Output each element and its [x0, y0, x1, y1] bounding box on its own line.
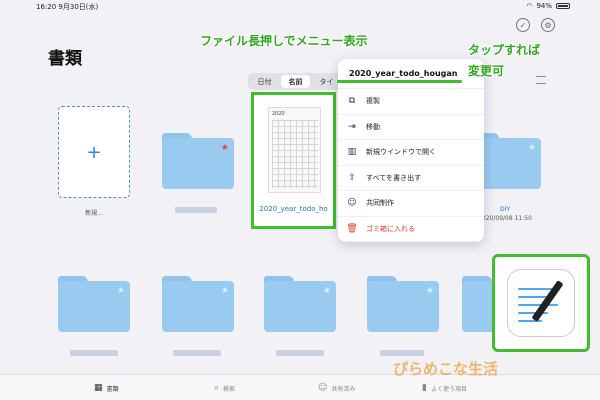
tab-search[interactable]: ⌕ 検索 [214, 383, 235, 393]
folder-item[interactable]: ★ [264, 276, 336, 332]
folder-name-hidden [175, 207, 217, 213]
menu-item-trash[interactable]: 🗑 ゴミ箱に入れる [338, 217, 484, 242]
battery-icon [556, 3, 570, 9]
tab-bar: ▦ 書類 ⌕ 検索 ☺ 共有済み ▮ よく使う項目 [0, 374, 600, 400]
status-right: ◠ 94% [526, 2, 570, 10]
site-watermark: ぴらめこな生活 [393, 360, 499, 378]
folder-item[interactable]: ★ [367, 276, 439, 332]
move-icon: ⇥ [348, 121, 356, 132]
folder-item[interactable]: ★ [162, 276, 234, 332]
sort-segmented-control[interactable]: 日付 名前 タイ [248, 73, 343, 90]
duplicate-icon: ⧉ [348, 96, 356, 107]
menu-item-move[interactable]: ⇥ 移動 [338, 115, 484, 140]
document-name: 2020_year_todo_ho [259, 205, 328, 213]
folder-name-hidden [173, 350, 221, 356]
menu-item-duplicate[interactable]: ⧉ 複製 [338, 89, 484, 115]
new-document-label: 新規... [85, 210, 103, 217]
star-icon: ★ [322, 286, 331, 296]
tab-shared[interactable]: ☺ 共有済み [318, 383, 355, 393]
export-icon: ⇧ [348, 172, 356, 183]
menu-file-name[interactable]: 2020_year_todo_hougan [338, 59, 484, 89]
bookmark-icon: ▮ [422, 383, 427, 393]
list-view-icon[interactable] [536, 76, 546, 84]
search-icon: ⌕ [214, 383, 220, 393]
people-icon: ☺ [318, 383, 328, 393]
battery-percent: 94% [536, 2, 552, 10]
star-icon: ★ [527, 143, 536, 153]
folder-item[interactable]: ★ [58, 276, 130, 332]
folder-name-hidden [380, 350, 424, 356]
annotation-tap-line1: タップすれば [468, 43, 541, 57]
grid-icon: ▦ [94, 383, 103, 393]
star-icon: ★ [425, 286, 434, 296]
page-title: 書類 [48, 49, 82, 69]
status-time: 16:20 9月30日(水) [36, 3, 99, 11]
new-document-button[interactable]: + [58, 106, 130, 198]
star-icon: ★ [220, 286, 229, 296]
trash-icon: 🗑 [346, 223, 358, 234]
document-thumbnail: 2020 [268, 107, 321, 193]
tab-favorites[interactable]: ▮ よく使う項目 [422, 383, 467, 393]
wifi-icon: ◠ [526, 2, 533, 10]
plus-icon: + [86, 141, 102, 163]
collaborate-icon: ☺ [347, 198, 357, 209]
annotation-tap-line2: 変更可 [468, 64, 505, 78]
menu-item-export[interactable]: ⇧ すべてを書き出す [338, 166, 484, 191]
app-icon-callout [492, 254, 590, 352]
star-icon: ★ [116, 286, 125, 296]
tab-documents[interactable]: ▦ 書類 [94, 383, 119, 393]
menu-item-collaborate[interactable]: ☺ 共同制作 [338, 191, 484, 217]
annotation-underline [337, 80, 462, 83]
menu-item-new-window[interactable]: ▥ 新規ウインドウで開く [338, 140, 484, 166]
context-menu: 2020_year_todo_hougan ⧉ 複製 ⇥ 移動 ▥ 新規ウインドウで開… [338, 59, 484, 242]
folder-name-hidden [70, 350, 118, 356]
select-check-icon[interactable]: ✓ [516, 18, 530, 32]
folder-name-hidden [276, 350, 324, 356]
new-window-icon: ▥ [347, 147, 357, 158]
goodnotes-app-icon [507, 269, 575, 337]
favorite-star-icon: ★ [220, 143, 229, 153]
gear-icon[interactable]: ⚙ [541, 18, 555, 32]
sort-option-name[interactable]: 名前 [281, 75, 310, 88]
folder-item[interactable] [462, 276, 492, 332]
sort-option-date[interactable]: 日付 [250, 75, 279, 88]
pen-icon [531, 280, 564, 322]
selected-document[interactable]: 2020 2020_year_todo_ho [251, 92, 336, 229]
status-bar: 16:20 9月30日(水) ◠ 94% [0, 0, 600, 14]
folder-item[interactable]: ★ [162, 133, 234, 189]
annotation-long-press: ファイル長押しでメニュー表示 [200, 34, 368, 48]
